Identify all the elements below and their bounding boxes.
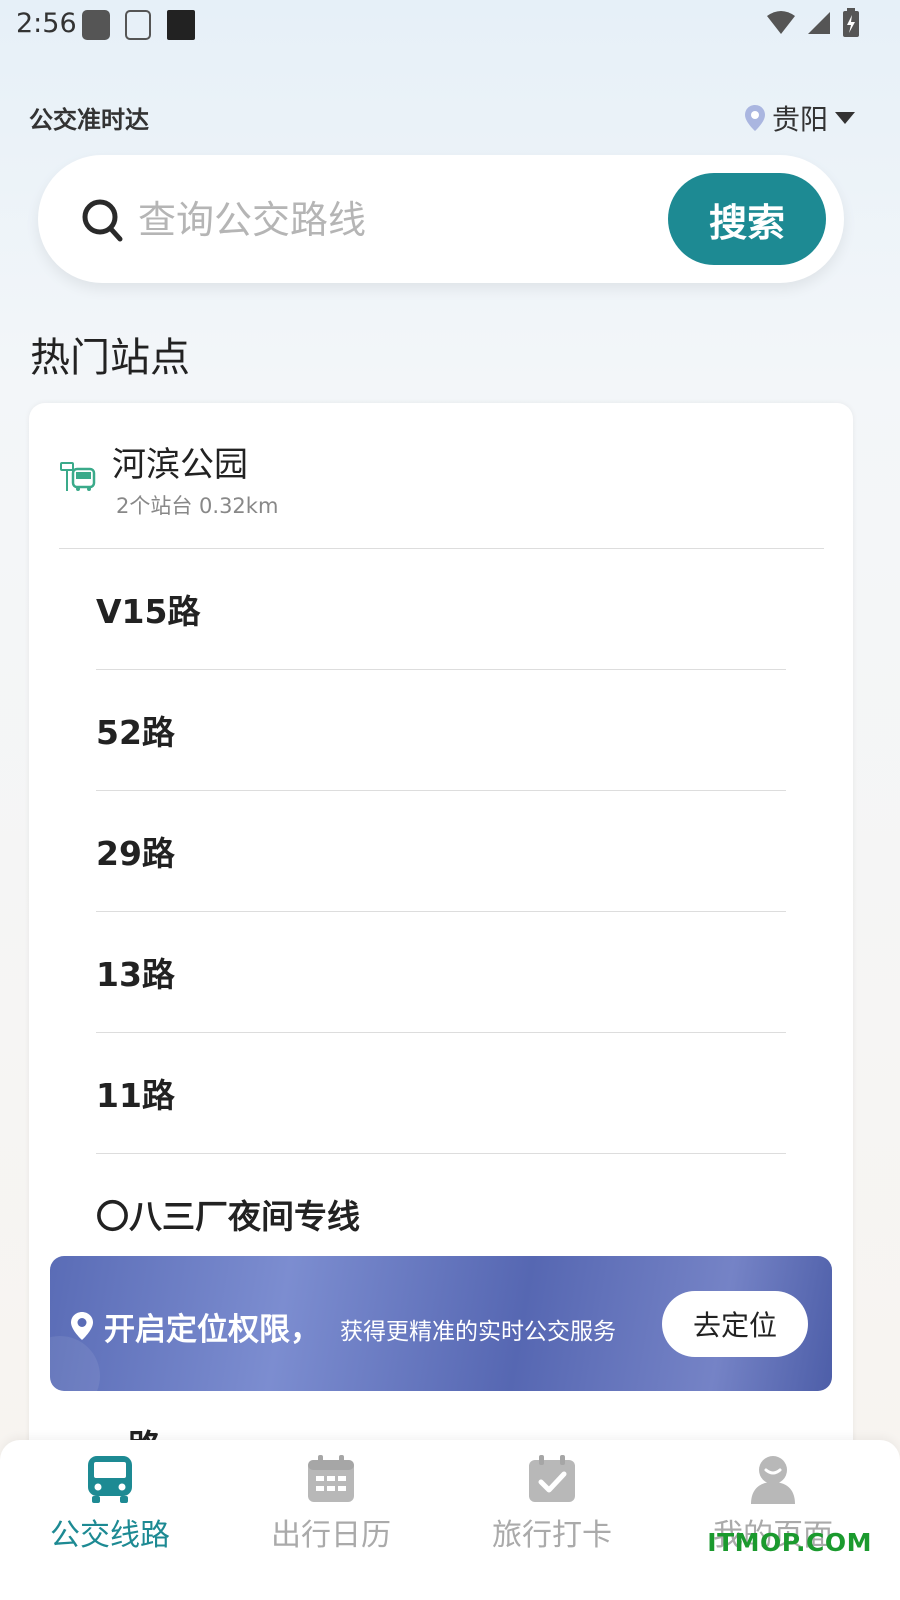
banner-main-text: 开启定位权限，	[104, 1312, 321, 1348]
search-input[interactable]	[136, 191, 640, 249]
app-title: 公交准时达	[29, 106, 149, 134]
status-bar: 2:56	[0, 0, 900, 50]
sina-notification-icon	[82, 10, 110, 40]
user-avatar-icon	[751, 1456, 795, 1504]
search-bar: 搜索	[38, 155, 844, 283]
bottom-tab-bar: 公交线路 出行日历 旅行打卡 我的页面	[0, 1440, 900, 1600]
signal-icon	[808, 12, 830, 34]
station-meta: 2个站台 0.32km	[116, 494, 279, 518]
tab-label: 出行日历	[271, 1518, 391, 1553]
tab-label: 公交线路	[50, 1518, 170, 1553]
tab-bus-routes[interactable]: 公交线路	[10, 1454, 210, 1554]
route-list: V15路 52路 29路 13路 11路 〇八三厂夜间专线	[96, 549, 786, 1274]
battery-charging-icon	[843, 8, 859, 37]
section-title-hot-stations: 热门站点	[30, 335, 190, 381]
search-icon	[82, 199, 123, 242]
route-item[interactable]: 52路	[96, 670, 786, 791]
status-time: 2:56	[16, 8, 77, 39]
bus-stop-icon	[60, 462, 96, 491]
route-item[interactable]: V15路	[96, 549, 786, 670]
tab-travel-calendar[interactable]: 出行日历	[231, 1454, 431, 1554]
tab-travel-checkin[interactable]: 旅行打卡	[452, 1454, 652, 1554]
enable-location-button[interactable]: 去定位	[662, 1291, 808, 1357]
watermark: ITMOP.COM	[707, 1528, 872, 1557]
location-pin-icon	[71, 1312, 93, 1340]
banner-sub-text: 获得更精准的实时公交服务	[340, 1319, 616, 1345]
banner-decoration	[50, 1336, 100, 1391]
search-button[interactable]: 搜索	[668, 173, 826, 265]
route-item[interactable]: 29路	[96, 791, 786, 912]
clock-notification-icon	[167, 10, 195, 40]
station-header[interactable]: 河滨公园 2个站台 0.32km	[29, 403, 853, 549]
city-name: 贵阳	[771, 103, 828, 136]
calendar-check-icon	[529, 1455, 575, 1502]
city-selector[interactable]: 贵阳	[744, 98, 856, 138]
tab-label: 旅行打卡	[492, 1518, 612, 1553]
route-item[interactable]: 13路	[96, 912, 786, 1033]
station-name: 河滨公园	[112, 445, 248, 485]
bus-icon	[88, 1456, 132, 1503]
notebook-notification-icon	[125, 10, 151, 40]
wifi-icon	[767, 11, 795, 34]
route-item[interactable]: 11路	[96, 1033, 786, 1154]
calendar-icon	[308, 1455, 354, 1502]
location-pin-icon	[744, 105, 765, 131]
chevron-down-icon	[835, 112, 855, 124]
location-permission-banner: 开启定位权限， 获得更精准的实时公交服务 去定位	[50, 1256, 832, 1391]
